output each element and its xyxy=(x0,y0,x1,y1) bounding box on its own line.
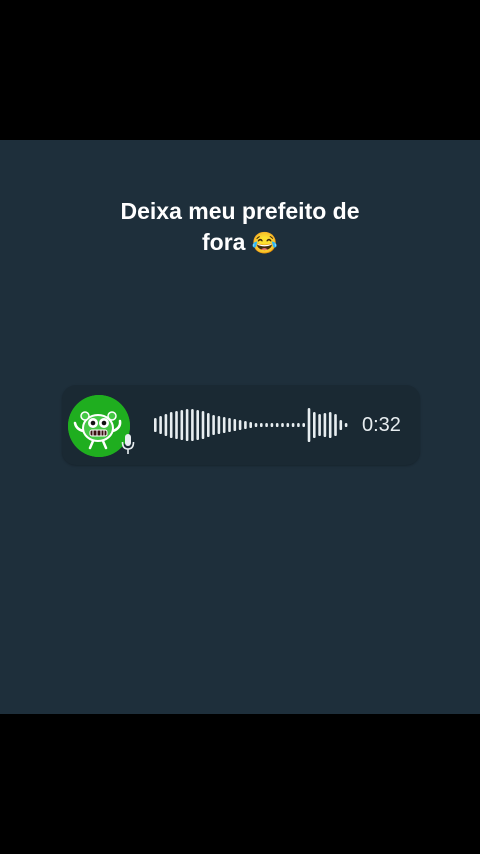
waveform-bar xyxy=(238,420,242,430)
waveform-bar xyxy=(297,423,300,427)
waveform-bar xyxy=(222,417,226,433)
waveform-bar xyxy=(265,423,268,427)
waveform-bar xyxy=(244,421,247,429)
waveform-bar xyxy=(323,413,327,437)
waveform-bar xyxy=(339,420,343,430)
caption-line-2-text: fora xyxy=(202,229,246,255)
waveform-bar xyxy=(270,423,274,427)
waveform-bar xyxy=(191,409,194,441)
waveform-bar xyxy=(281,423,284,427)
waveform-bar xyxy=(313,412,316,438)
waveform-bar xyxy=(164,414,168,436)
waveform-bar xyxy=(249,422,252,428)
waveform-bar xyxy=(328,412,332,438)
waveform-bar xyxy=(212,415,215,435)
caption-line-2: fora 😂 xyxy=(40,227,440,259)
waveform-bar xyxy=(291,423,295,427)
waveform-bar xyxy=(207,413,210,437)
waveform-bar xyxy=(196,410,199,440)
voice-message-bubble[interactable]: 0:32 xyxy=(62,385,420,465)
waveform-bar xyxy=(233,419,237,431)
waveform-bar xyxy=(260,423,263,427)
waveform-bar xyxy=(201,411,205,439)
microphone-icon xyxy=(121,434,135,454)
waveform-bar xyxy=(286,423,290,427)
video-area: Deixa meu prefeito de fora 😂 0:32 xyxy=(0,140,480,714)
waveform-bar xyxy=(175,411,178,439)
waveform-bar xyxy=(228,418,231,432)
laughing-emoji-icon: 😂 xyxy=(251,232,278,255)
waveform-bar xyxy=(254,423,258,427)
waveform-bar xyxy=(318,414,321,436)
audio-duration: 0:32 xyxy=(362,414,401,436)
waveform-bar xyxy=(344,423,348,427)
waveform-bar xyxy=(180,410,184,440)
waveform-bar xyxy=(334,414,337,436)
caption-line-1: Deixa meu prefeito de xyxy=(120,198,360,224)
audio-waveform[interactable] xyxy=(152,405,352,445)
waveform-bar xyxy=(185,409,189,441)
waveform-bar xyxy=(159,416,162,434)
waveform-bar xyxy=(307,408,311,442)
waveform-bar xyxy=(169,412,173,438)
waveform-bar xyxy=(275,423,279,427)
caption: Deixa meu prefeito de fora 😂 xyxy=(40,196,440,259)
waveform-bar xyxy=(154,418,157,432)
waveform-bar xyxy=(302,423,305,427)
waveform-bar xyxy=(217,416,221,434)
